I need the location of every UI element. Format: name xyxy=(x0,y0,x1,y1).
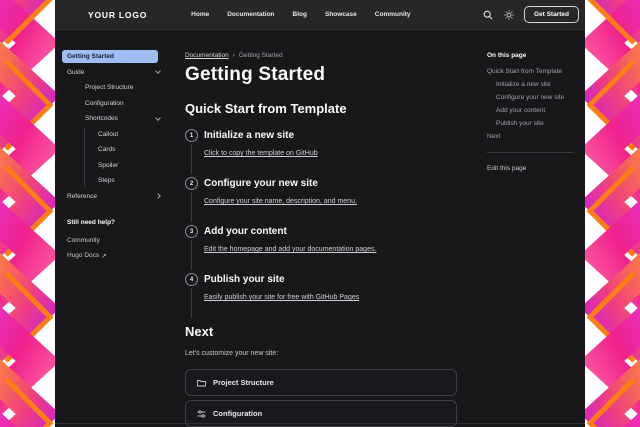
sidebar-item-guide[interactable]: Guide xyxy=(62,66,165,79)
step-link[interactable]: Edit the homepage and add your documenta… xyxy=(204,246,376,253)
nav-link-blog[interactable]: Blog xyxy=(293,11,307,18)
step-number-badge: 3 xyxy=(185,225,198,238)
sidebar-help-section: Still need help? Community Hugo Docs ↗ xyxy=(62,219,185,262)
next-cards: Project Structure Configuration xyxy=(185,369,457,427)
page-layout: Getting Started Guide Project Structure … xyxy=(55,30,585,423)
main-nav: Home Documentation Blog Showcase Communi… xyxy=(191,11,410,18)
sidebar-item-cards[interactable]: Cards xyxy=(93,143,170,156)
chevron-pattern-left xyxy=(0,0,55,427)
toc-item-next[interactable]: Next xyxy=(487,133,573,140)
toc-item-publish[interactable]: Publish your site xyxy=(487,120,573,127)
external-link-icon: ↗ xyxy=(101,252,106,260)
card-project-structure[interactable]: Project Structure xyxy=(185,369,457,396)
toc-item-configure[interactable]: Configure your new site xyxy=(487,94,573,101)
step-link[interactable]: Easily publish your site for free with G… xyxy=(204,294,359,301)
sidebar-item-configuration[interactable]: Configuration xyxy=(80,97,165,110)
docs-sidebar: Getting Started Guide Project Structure … xyxy=(55,30,185,423)
nav-link-home[interactable]: Home xyxy=(191,11,209,18)
sidebar-item-project-structure[interactable]: Project Structure xyxy=(80,81,165,94)
toc-item-add-content[interactable]: Add your content xyxy=(487,107,573,114)
main-content: Documentation › Getting Started Getting … xyxy=(185,30,487,423)
toc-item-quick-start[interactable]: Quick Start from Template xyxy=(487,68,573,75)
site-logo[interactable]: YOUR LOGO xyxy=(88,10,147,20)
theme-toggle-sun-icon[interactable] xyxy=(503,9,515,21)
step-title: Initialize a new site xyxy=(204,129,457,142)
navbar-actions: Get Started xyxy=(482,6,579,23)
sidebar-item-reference[interactable]: Reference xyxy=(62,190,165,203)
step-configure: 2 Configure your new site Configure your… xyxy=(185,177,457,225)
chevron-down-icon xyxy=(155,68,161,74)
sidebar-item-callout[interactable]: Callout xyxy=(93,128,170,141)
step-add-content: 3 Add your content Edit the homepage and… xyxy=(185,225,457,273)
get-started-button[interactable]: Get Started xyxy=(524,6,579,23)
search-icon[interactable] xyxy=(482,9,494,21)
nav-link-showcase[interactable]: Showcase xyxy=(325,11,357,18)
nav-link-community[interactable]: Community xyxy=(375,11,411,18)
footer-divider xyxy=(55,423,585,427)
sidebar-item-hugo-docs[interactable]: Hugo Docs ↗ xyxy=(62,250,165,262)
step-link[interactable]: Configure your site name, description, a… xyxy=(204,198,357,205)
breadcrumb: Documentation › Getting Started xyxy=(185,52,457,59)
sidebar-item-help-community[interactable]: Community xyxy=(62,235,165,247)
on-this-page-toc: On this page Quick Start from Template I… xyxy=(487,30,585,423)
toc-divider xyxy=(487,152,573,153)
sidebar-item-spoiler[interactable]: Spoiler xyxy=(93,159,170,172)
step-number-badge: 1 xyxy=(185,129,198,142)
nav-link-documentation[interactable]: Documentation xyxy=(227,11,274,18)
help-heading: Still need help? xyxy=(62,219,185,226)
step-initialize: 1 Initialize a new site Click to copy th… xyxy=(185,129,457,177)
breadcrumb-current: Getting Started xyxy=(239,52,283,59)
chevron-down-icon xyxy=(155,115,161,121)
folder-icon xyxy=(197,379,206,387)
step-title: Publish your site xyxy=(204,273,457,286)
step-title: Add your content xyxy=(204,225,457,238)
sidebar-item-steps[interactable]: Steps xyxy=(93,174,170,187)
toc-item-initialize[interactable]: Initialize a new site xyxy=(487,81,573,88)
card-label: Project Structure xyxy=(213,378,274,387)
chevron-right-icon xyxy=(155,193,161,199)
breadcrumb-separator: › xyxy=(233,52,235,59)
edit-this-page-link[interactable]: Edit this page xyxy=(487,165,573,172)
sidebar-item-getting-started[interactable]: Getting Started xyxy=(62,50,158,63)
section-title-next: Next xyxy=(185,324,457,339)
step-link[interactable]: Click to copy the template on GitHub xyxy=(204,150,318,157)
card-label: Configuration xyxy=(213,409,262,418)
steps-list: 1 Initialize a new site Click to copy th… xyxy=(185,129,457,321)
breadcrumb-parent-link[interactable]: Documentation xyxy=(185,52,229,59)
chevron-pattern-right xyxy=(585,0,640,427)
toc-heading: On this page xyxy=(487,52,573,59)
page-title: Getting Started xyxy=(185,64,457,86)
app-window: YOUR LOGO Home Documentation Blog Showca… xyxy=(55,0,585,427)
sidebar-item-shortcodes[interactable]: Shortcodes xyxy=(80,112,165,125)
top-navbar: YOUR LOGO Home Documentation Blog Showca… xyxy=(55,0,585,30)
step-number-badge: 2 xyxy=(185,177,198,190)
step-publish: 4 Publish your site Easily publish your … xyxy=(185,273,457,321)
step-number-badge: 4 xyxy=(185,273,198,286)
step-title: Configure your new site xyxy=(204,177,457,190)
next-intro-text: Let's customize your new site: xyxy=(185,350,457,357)
sliders-icon xyxy=(197,410,206,418)
section-title-quick-start: Quick Start from Template xyxy=(185,101,457,116)
shortcodes-subgroup: Callout Cards Spoiler Steps xyxy=(84,128,185,188)
